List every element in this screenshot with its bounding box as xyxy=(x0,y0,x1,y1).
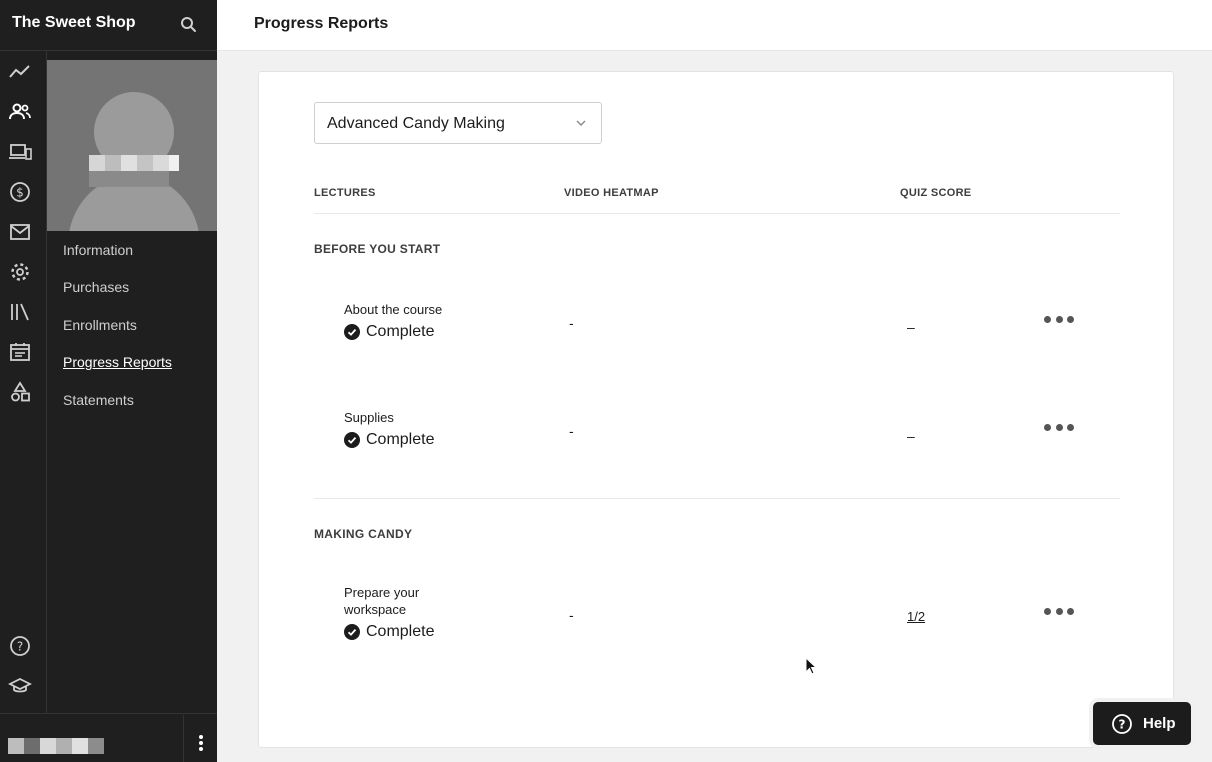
course-select[interactable]: Advanced Candy Making xyxy=(314,102,602,144)
app-title: The Sweet Shop xyxy=(12,14,136,31)
calendar-icon[interactable] xyxy=(8,340,32,364)
section-title: BEFORE YOU START xyxy=(314,242,441,256)
more-actions-button[interactable] xyxy=(1044,313,1074,325)
more-vertical-icon[interactable] xyxy=(183,715,217,762)
subnav: Information Purchases Enrollments Progre… xyxy=(63,240,172,427)
lecture-status: Complete xyxy=(344,323,434,341)
gear-icon[interactable] xyxy=(8,260,32,284)
mouse-cursor-icon xyxy=(805,657,818,675)
library-icon[interactable] xyxy=(8,300,32,324)
help-circle-icon[interactable]: ? xyxy=(8,634,32,658)
chevron-down-icon xyxy=(576,120,586,126)
users-icon[interactable] xyxy=(8,100,32,124)
top-bar: Progress Reports xyxy=(217,0,1212,51)
shapes-icon[interactable] xyxy=(8,380,32,404)
video-heatmap-value: - xyxy=(569,607,574,623)
video-heatmap-value: - xyxy=(569,315,574,331)
analytics-icon[interactable] xyxy=(8,60,32,84)
svg-text:?: ? xyxy=(1119,718,1126,732)
quiz-score-value: – xyxy=(907,428,915,444)
subnav-item-statements[interactable]: Statements xyxy=(63,390,172,427)
quiz-score-value: – xyxy=(907,319,915,335)
subnav-item-progress-reports[interactable]: Progress Reports xyxy=(63,352,172,389)
lecture-status: Complete xyxy=(344,623,434,641)
mail-icon[interactable] xyxy=(8,220,32,244)
section-divider xyxy=(314,498,1120,499)
avatar-silhouette-icon xyxy=(47,60,217,231)
avatar xyxy=(47,60,217,231)
svg-text:?: ? xyxy=(17,640,23,654)
icon-rail: $ ? xyxy=(0,51,47,713)
check-circle-icon xyxy=(344,432,360,448)
check-circle-icon xyxy=(344,624,360,640)
brand-bar: The Sweet Shop xyxy=(0,0,217,51)
user-bar xyxy=(0,713,217,762)
lecture-status-label: Complete xyxy=(366,623,435,640)
help-button-label: Help xyxy=(1143,715,1176,732)
lecture-name: Supplies xyxy=(344,410,394,425)
video-heatmap-value: - xyxy=(569,423,574,439)
more-actions-button[interactable] xyxy=(1044,605,1074,617)
lecture-status-label: Complete xyxy=(366,431,435,448)
lecture-status-label: Complete xyxy=(366,323,435,340)
dollar-icon[interactable]: $ xyxy=(8,180,32,204)
quiz-score-link[interactable]: 1/2 xyxy=(907,609,925,624)
lecture-name: About the course xyxy=(344,302,443,317)
subnav-item-enrollments[interactable]: Enrollments xyxy=(63,315,172,352)
help-button[interactable]: ? Help xyxy=(1093,702,1191,745)
lecture-name: Prepare your workspace xyxy=(344,585,420,617)
svg-text:$: $ xyxy=(16,186,24,200)
col-header-video-heatmap: VIDEO HEATMAP xyxy=(564,187,659,199)
sidebar: The Sweet Shop $ ? Information Purchases… xyxy=(0,0,217,762)
subnav-item-purchases[interactable]: Purchases xyxy=(63,277,172,314)
search-icon[interactable] xyxy=(179,15,199,35)
devices-icon[interactable] xyxy=(8,140,32,164)
section-title: MAKING CANDY xyxy=(314,527,413,541)
user-avatar-pixelated[interactable] xyxy=(8,738,104,754)
course-select-value: Advanced Candy Making xyxy=(327,115,505,132)
check-circle-icon xyxy=(344,324,360,340)
lecture-status: Complete xyxy=(344,431,434,449)
graduation-cap-icon[interactable] xyxy=(7,674,33,698)
subnav-item-information[interactable]: Information xyxy=(63,240,172,277)
more-actions-button[interactable] xyxy=(1044,421,1074,433)
page-title: Progress Reports xyxy=(254,15,389,32)
col-header-quiz-score: QUIZ SCORE xyxy=(900,187,972,199)
col-header-lectures: LECTURES xyxy=(314,187,376,199)
header-divider xyxy=(314,213,1120,214)
progress-report-card: Advanced Candy Making LECTURES VIDEO HEA… xyxy=(258,71,1174,748)
help-circle-icon: ? xyxy=(1112,714,1132,734)
